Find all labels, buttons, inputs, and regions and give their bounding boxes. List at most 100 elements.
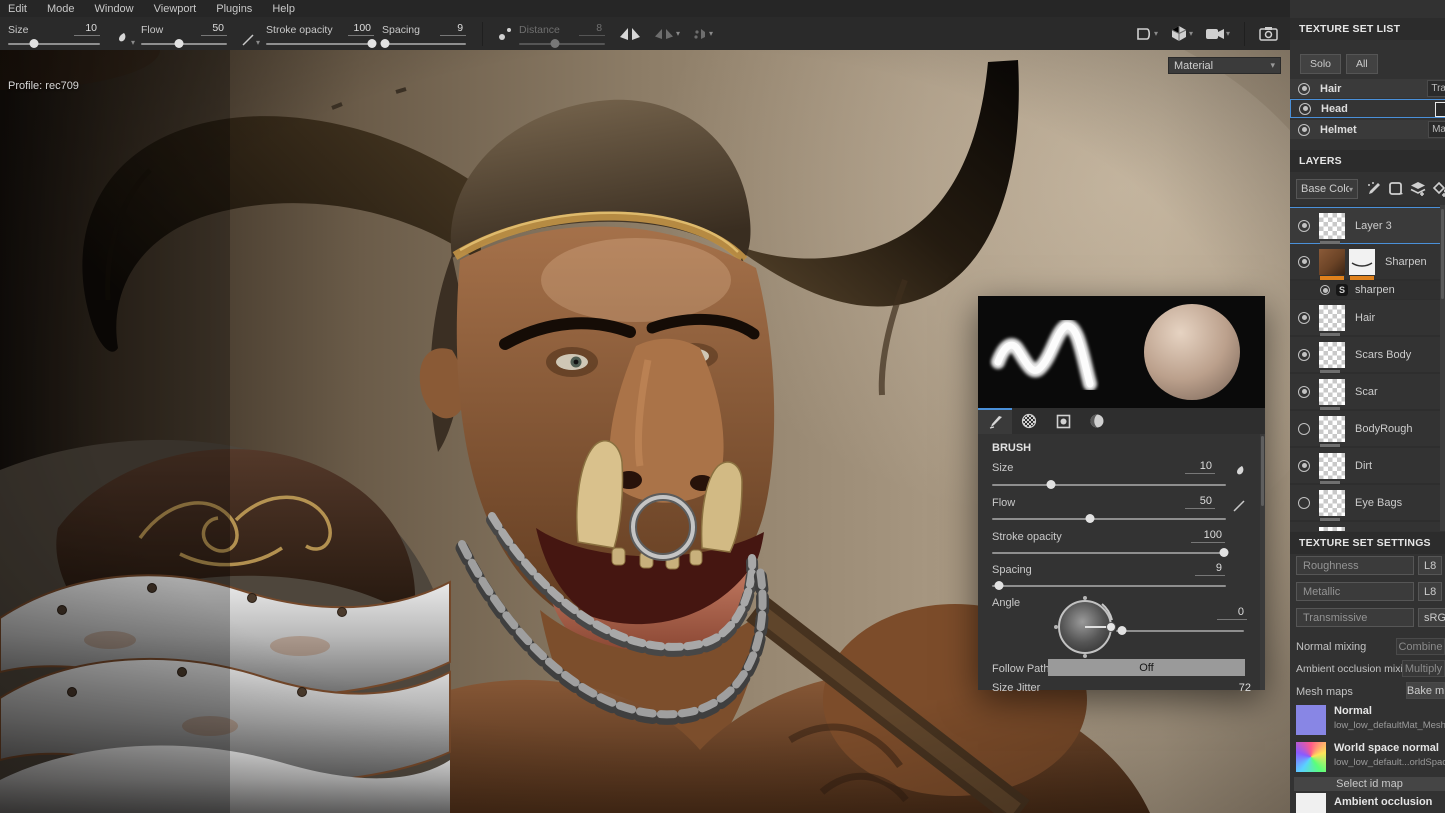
bake-mesh-maps-button[interactable]: Bake m	[1406, 682, 1445, 699]
visibility-toggle[interactable]	[1298, 423, 1310, 435]
roughness-channel[interactable]: Roughness	[1296, 556, 1414, 575]
layer-row-partial[interactable]	[1290, 522, 1445, 531]
select-id-map-button[interactable]: Select id map	[1294, 777, 1445, 791]
pp-brush-tip-icon[interactable]	[1232, 464, 1248, 480]
layer-row-eye-bags[interactable]: Eye Bags	[1290, 485, 1445, 520]
layer-row-scars-body[interactable]: Scars Body	[1290, 337, 1445, 372]
all-button[interactable]: All	[1346, 54, 1378, 74]
mesh-map-normal[interactable]: Normal low_low_defaultMat_MeshNo	[1290, 703, 1445, 739]
shading-mode-dropdown[interactable]: Material ▾	[1168, 57, 1281, 74]
visibility-toggle[interactable]	[1299, 103, 1311, 115]
pp-spacing-slider[interactable]	[992, 585, 1226, 587]
chevron-down-icon: ▾	[1270, 60, 1275, 71]
pp-flow-curve-icon[interactable]	[1232, 499, 1246, 513]
transmissive-channel[interactable]: Transmissive	[1296, 608, 1414, 627]
projection-icon[interactable]: ▾	[692, 21, 713, 47]
visibility-toggle[interactable]	[1298, 497, 1310, 509]
lazy-mouse-icon[interactable]	[497, 21, 513, 47]
solo-button[interactable]: Solo	[1300, 54, 1341, 74]
add-effect-icon[interactable]	[1366, 181, 1382, 197]
visibility-toggle[interactable]	[1298, 256, 1310, 268]
pp-size-slider[interactable]	[992, 484, 1226, 486]
menu-help[interactable]: Help	[272, 3, 307, 15]
visibility-toggle[interactable]	[1298, 83, 1310, 95]
visibility-toggle[interactable]	[1298, 349, 1310, 361]
flow-value[interactable]: 50	[201, 23, 227, 36]
layer-row-bodyrough[interactable]: BodyRough	[1290, 411, 1445, 446]
distance-label: Distance	[519, 25, 560, 36]
menu-mode[interactable]: Mode	[47, 3, 87, 15]
symmetry-settings-icon[interactable]: ▾	[653, 21, 680, 47]
pp-flow-slider[interactable]	[992, 518, 1226, 520]
mesh-map-world-space-normal[interactable]: World space normal low_low_default...orl…	[1290, 740, 1445, 776]
geometry-icon[interactable]: ▾	[1170, 21, 1193, 47]
pp-follow-path-toggle[interactable]: Off	[1048, 659, 1245, 676]
stroke-opacity-value[interactable]: 100	[348, 23, 374, 36]
pp-angle-slider[interactable]	[1116, 630, 1244, 632]
visibility-toggle[interactable]	[1320, 285, 1330, 295]
layers-scrollbar[interactable]	[1440, 205, 1445, 531]
menu-viewport[interactable]: Viewport	[154, 3, 209, 15]
texture-set-badge[interactable]: Tra	[1427, 80, 1445, 97]
add-fill-layer-icon[interactable]	[1432, 181, 1445, 197]
screenshot-camera-icon[interactable]	[1259, 21, 1278, 47]
visibility-toggle[interactable]	[1298, 124, 1310, 136]
layer-row-dirt[interactable]: Dirt	[1290, 448, 1445, 483]
texture-set-rename-input[interactable]	[1435, 102, 1445, 117]
tab-stencil[interactable]	[1046, 408, 1080, 434]
visibility-toggle[interactable]	[1298, 460, 1310, 472]
pp-follow-path-label: Follow Path	[992, 663, 1049, 675]
right-dock-panel: TEXTURE SET LIST Solo All Hair Tra Head …	[1290, 0, 1445, 813]
flow-slider[interactable]	[141, 43, 227, 45]
layer-row-hair[interactable]: Hair	[1290, 300, 1445, 335]
menu-edit[interactable]: Edit	[8, 3, 39, 15]
layer-row-scar[interactable]: Scar	[1290, 374, 1445, 409]
size-value[interactable]: 10	[74, 23, 100, 36]
texture-set-row-head[interactable]: Head	[1290, 99, 1445, 118]
layer-row-sharpen[interactable]: Sharpen	[1290, 244, 1445, 279]
metallic-format-dropdown[interactable]: L8	[1418, 582, 1442, 601]
layer-row-layer3[interactable]: Layer 3	[1290, 207, 1445, 244]
texture-set-badge[interactable]: Ma	[1428, 121, 1445, 138]
pp-size-jitter-value[interactable]: 72	[1239, 682, 1251, 694]
tab-alpha[interactable]	[1012, 408, 1046, 434]
visibility-toggle[interactable]	[1298, 220, 1310, 232]
spacing-slider[interactable]	[382, 43, 466, 45]
brush-tip-icon[interactable]: ▾	[114, 21, 135, 47]
menu-window[interactable]: Window	[95, 3, 146, 15]
pp-size-value[interactable]: 10	[1185, 460, 1215, 474]
add-layer-icon[interactable]	[1410, 181, 1427, 197]
visibility-toggle[interactable]	[1298, 312, 1310, 324]
menu-plugins[interactable]: Plugins	[216, 3, 264, 15]
pp-flow-value[interactable]: 50	[1185, 495, 1215, 509]
tab-brush[interactable]	[978, 408, 1012, 434]
visibility-toggle[interactable]	[1298, 386, 1310, 398]
ao-mixing-dropdown[interactable]: Multiply	[1402, 660, 1445, 677]
metallic-channel[interactable]: Metallic	[1296, 582, 1414, 601]
tab-material[interactable]	[1080, 408, 1114, 434]
pp-stroke-opacity-value[interactable]: 100	[1191, 529, 1225, 543]
roughness-format-dropdown[interactable]: L8	[1418, 556, 1442, 575]
texture-set-row-hair[interactable]: Hair Tra	[1290, 79, 1445, 98]
stroke-opacity-slider[interactable]	[266, 43, 374, 45]
mesh-map-ambient-occlusion[interactable]: Ambient occlusion	[1290, 793, 1445, 813]
pp-spacing-value[interactable]: 9	[1195, 562, 1225, 576]
size-slider[interactable]	[8, 43, 100, 45]
flow-curve-icon[interactable]: ▾	[241, 21, 260, 47]
pp-stroke-opacity-slider[interactable]	[992, 552, 1226, 554]
channel-filter-dropdown[interactable]: Base Colo ▾	[1296, 179, 1358, 199]
symmetry-icon[interactable]	[619, 21, 641, 47]
texture-set-row-helmet[interactable]: Helmet Ma	[1290, 120, 1445, 139]
pp-angle-dial[interactable]	[1050, 592, 1120, 662]
layer-effect-row-sharpen[interactable]: S sharpen	[1290, 281, 1445, 299]
popup-scrollbar[interactable]	[1260, 434, 1265, 690]
viewport-mode-icon[interactable]: ▾	[1135, 21, 1158, 47]
add-smart-material-icon[interactable]	[1388, 181, 1404, 197]
stroke-opacity-label: Stroke opacity	[266, 25, 333, 36]
normal-mixing-dropdown[interactable]: Combine	[1396, 638, 1445, 655]
camera-view-icon[interactable]: ▾	[1205, 21, 1230, 47]
pp-angle-value[interactable]: 0	[1217, 606, 1247, 620]
transmissive-format-dropdown[interactable]: sRGB	[1418, 608, 1445, 627]
spacing-value[interactable]: 9	[440, 23, 466, 36]
toolbar-divider	[482, 22, 483, 46]
